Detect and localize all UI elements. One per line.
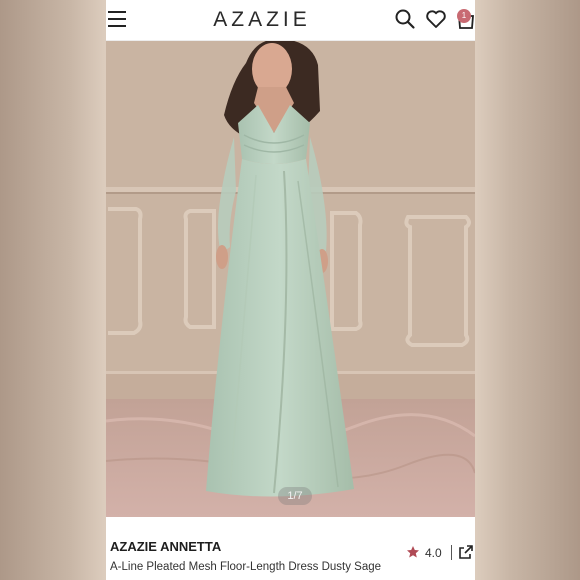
- product-image-gallery[interactable]: 1/7: [106, 41, 475, 517]
- cart-count-badge: 1: [457, 9, 471, 23]
- share-icon[interactable]: [458, 544, 474, 560]
- brand-logo[interactable]: AZAZIE: [194, 8, 330, 32]
- top-nav-bar: AZAZIE 1: [106, 0, 475, 41]
- product-brand-name[interactable]: AZAZIE ANNETTA: [110, 539, 221, 554]
- star-icon: [407, 546, 419, 558]
- product-photo: [106, 41, 475, 517]
- menu-icon[interactable]: [108, 11, 126, 27]
- divider: [451, 545, 452, 560]
- app-screen: AZAZIE 1 1/7 AZAZIE ANNETTA A-Line Pleat…: [106, 0, 475, 580]
- heart-icon[interactable]: [425, 8, 447, 30]
- rating-value: 4.0: [425, 546, 442, 560]
- product-title: A-Line Pleated Mesh Floor-Length Dress D…: [110, 561, 382, 573]
- gallery-page-counter: 1/7: [278, 487, 312, 505]
- product-info-panel: AZAZIE ANNETTA A-Line Pleated Mesh Floor…: [106, 517, 475, 580]
- search-icon[interactable]: [394, 8, 416, 30]
